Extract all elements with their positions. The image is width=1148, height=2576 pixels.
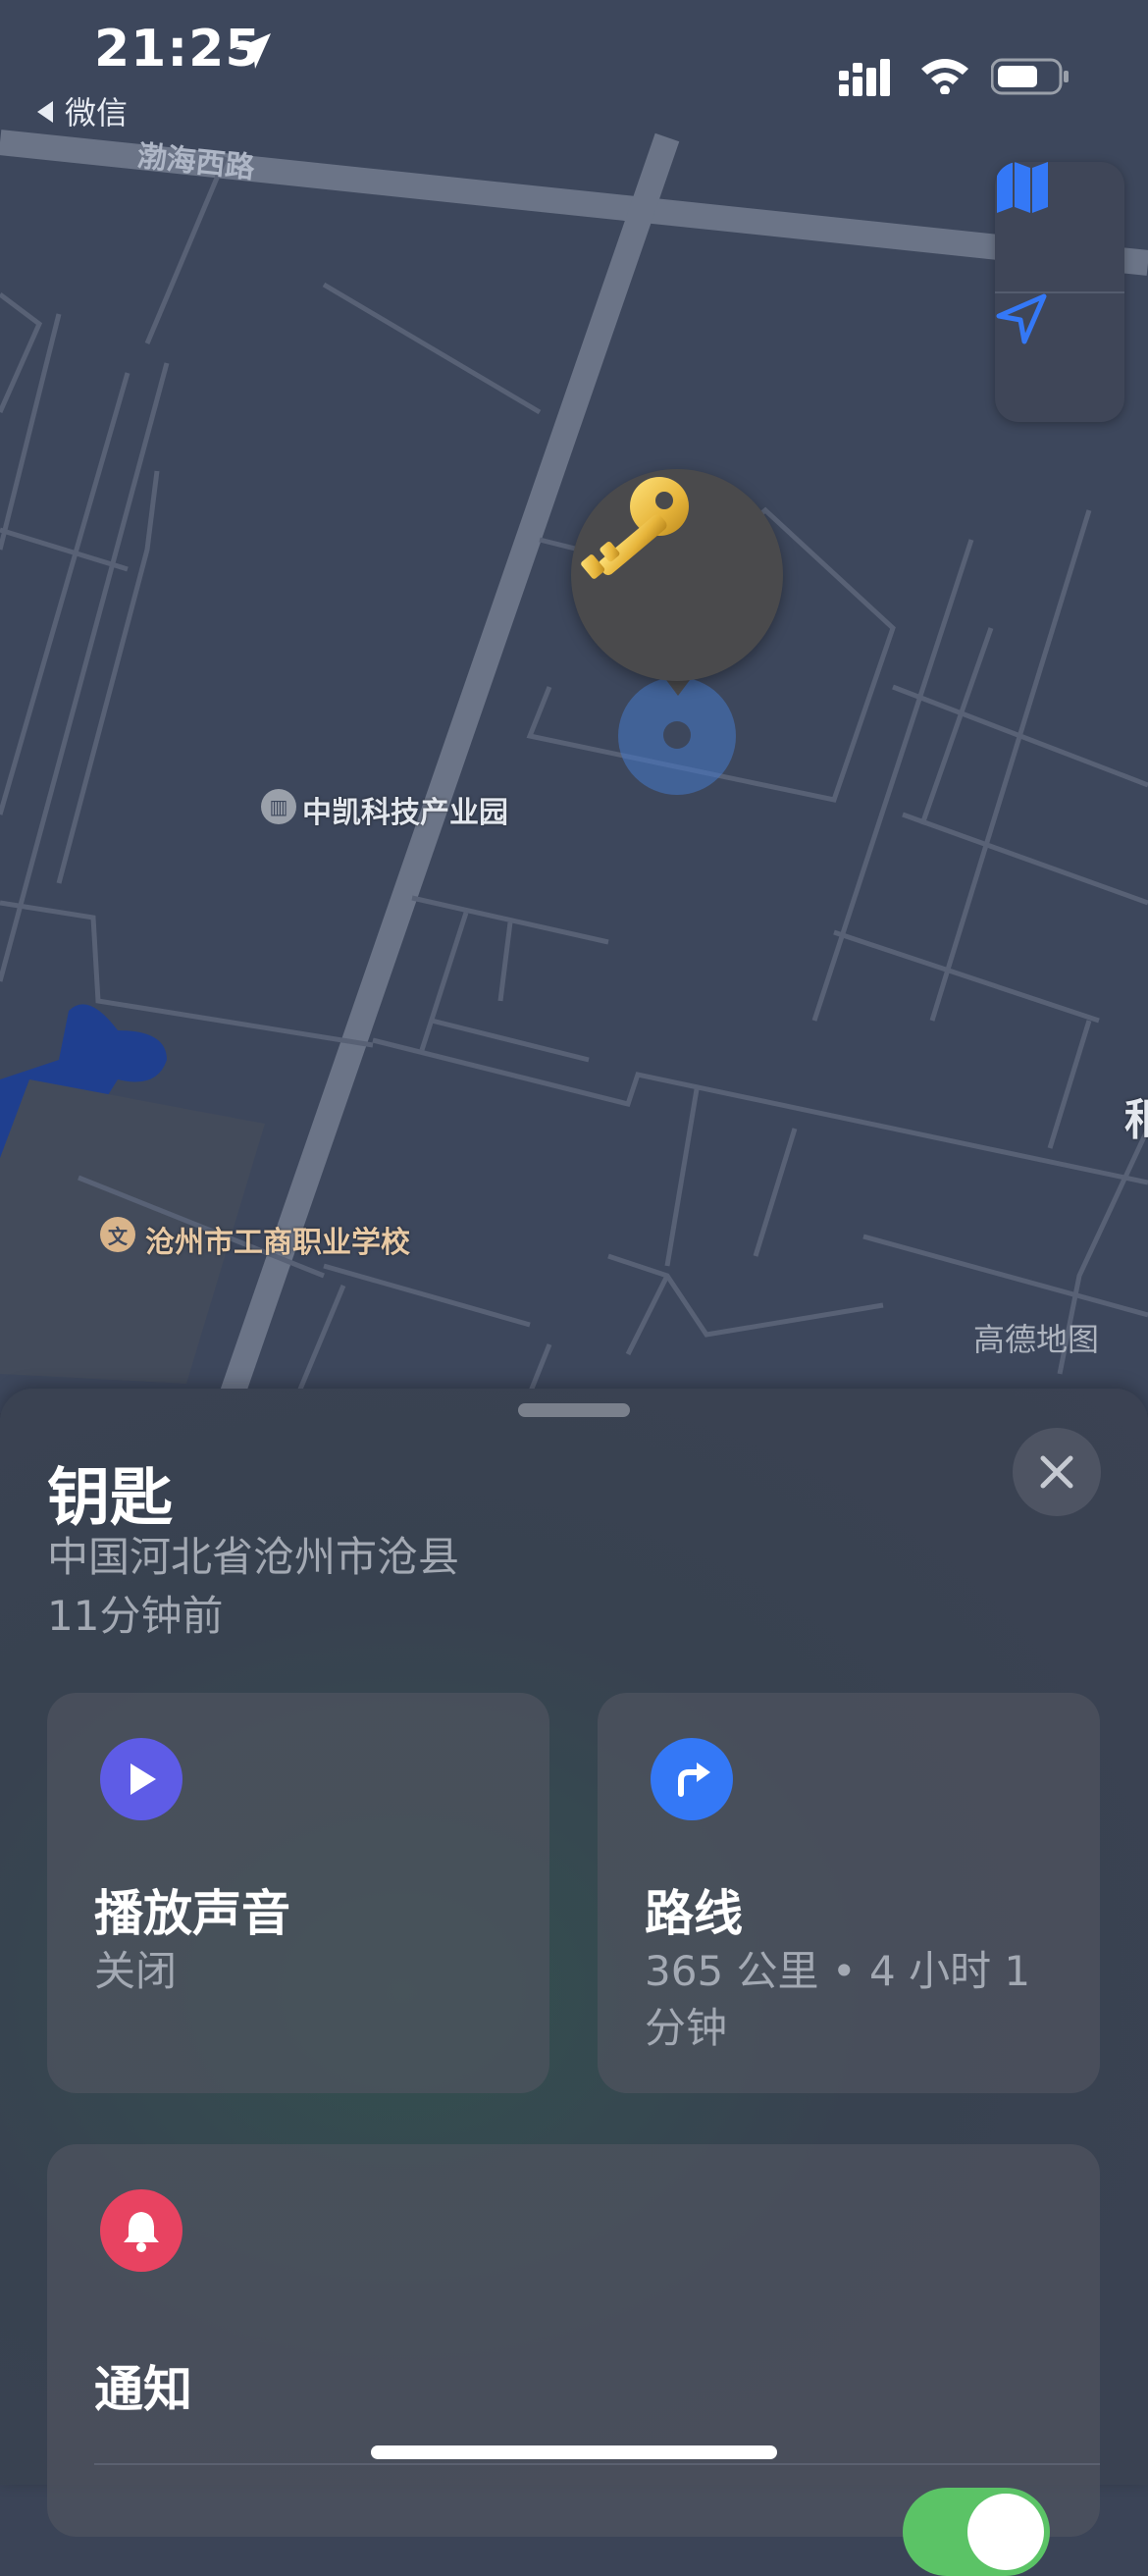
close-icon xyxy=(1040,1455,1073,1489)
sheet-grabber[interactable] xyxy=(518,1403,630,1417)
map-mode-button[interactable] xyxy=(995,162,1124,293)
play-sound-title: 播放声音 xyxy=(94,1885,290,1942)
notifications-title: 通知 xyxy=(94,2361,192,2418)
poi-label-school[interactable]: 沧州市工商职业学校 xyxy=(145,1218,410,1261)
back-app-label: 微信 xyxy=(65,94,129,131)
location-arrow-icon xyxy=(996,293,1047,344)
play-icon xyxy=(130,1763,156,1795)
wifi-icon xyxy=(921,59,968,94)
play-icon-circle xyxy=(100,1738,183,1820)
home-indicator[interactable] xyxy=(371,2445,777,2459)
location-dot xyxy=(663,721,691,749)
directions-detail: 365 公里 • 4 小时 1 分钟 xyxy=(645,1947,1031,2052)
location-services-icon xyxy=(235,33,271,69)
map-view[interactable]: 渤海西路 ▥ 中凯科技产业园 文 沧州市工商职业学校 秬 高德地图 xyxy=(0,0,1148,1413)
poi-label-park[interactable]: 中凯科技产业园 xyxy=(302,788,508,831)
map-controls xyxy=(995,162,1124,422)
partial-map-label: 秬 xyxy=(1124,1095,1148,1145)
directions-card[interactable]: 路线 365 公里 • 4 小时 1 分钟 xyxy=(598,1693,1100,2093)
school-icon: 文 xyxy=(100,1217,135,1252)
status-bar: 21:25 微信 xyxy=(0,0,1148,131)
map-roads xyxy=(0,130,1148,1413)
directions-icon-circle xyxy=(651,1738,733,1820)
divider xyxy=(94,2463,1100,2465)
item-address: 中国河北省沧州市沧县 xyxy=(47,1533,460,1581)
map-attribution: 高德地图 xyxy=(973,1321,1100,1358)
key-icon xyxy=(581,477,689,579)
building-icon: ▥ xyxy=(261,789,296,824)
item-pin[interactable] xyxy=(571,469,783,681)
back-triangle-icon xyxy=(37,101,53,123)
toggle-knob xyxy=(967,2494,1044,2570)
item-detail-sheet: 钥匙 中国河北省沧州市沧县 11分钟前 播放声音 关闭 路线 365 公里 • … xyxy=(0,1389,1148,2576)
battery-icon xyxy=(991,58,1069,95)
last-seen-time: 11分钟前 xyxy=(47,1592,224,1640)
back-to-wechat-link[interactable]: 微信 xyxy=(37,88,128,133)
bell-icon-circle xyxy=(100,2189,183,2272)
notify-toggle[interactable] xyxy=(903,2488,1050,2576)
play-sound-card[interactable]: 播放声音 关闭 xyxy=(47,1693,549,2093)
locate-me-button[interactable] xyxy=(995,292,1124,422)
play-sound-status: 关闭 xyxy=(94,1947,178,1995)
close-button[interactable] xyxy=(1013,1428,1101,1516)
turn-right-arrow-icon xyxy=(678,1762,710,1797)
map-mode-icon xyxy=(997,162,1048,213)
cellular-signal-icon xyxy=(839,59,890,96)
directions-title: 路线 xyxy=(645,1885,743,1942)
bell-icon xyxy=(124,2212,159,2252)
notifications-card: 通知 xyxy=(47,2144,1100,2576)
